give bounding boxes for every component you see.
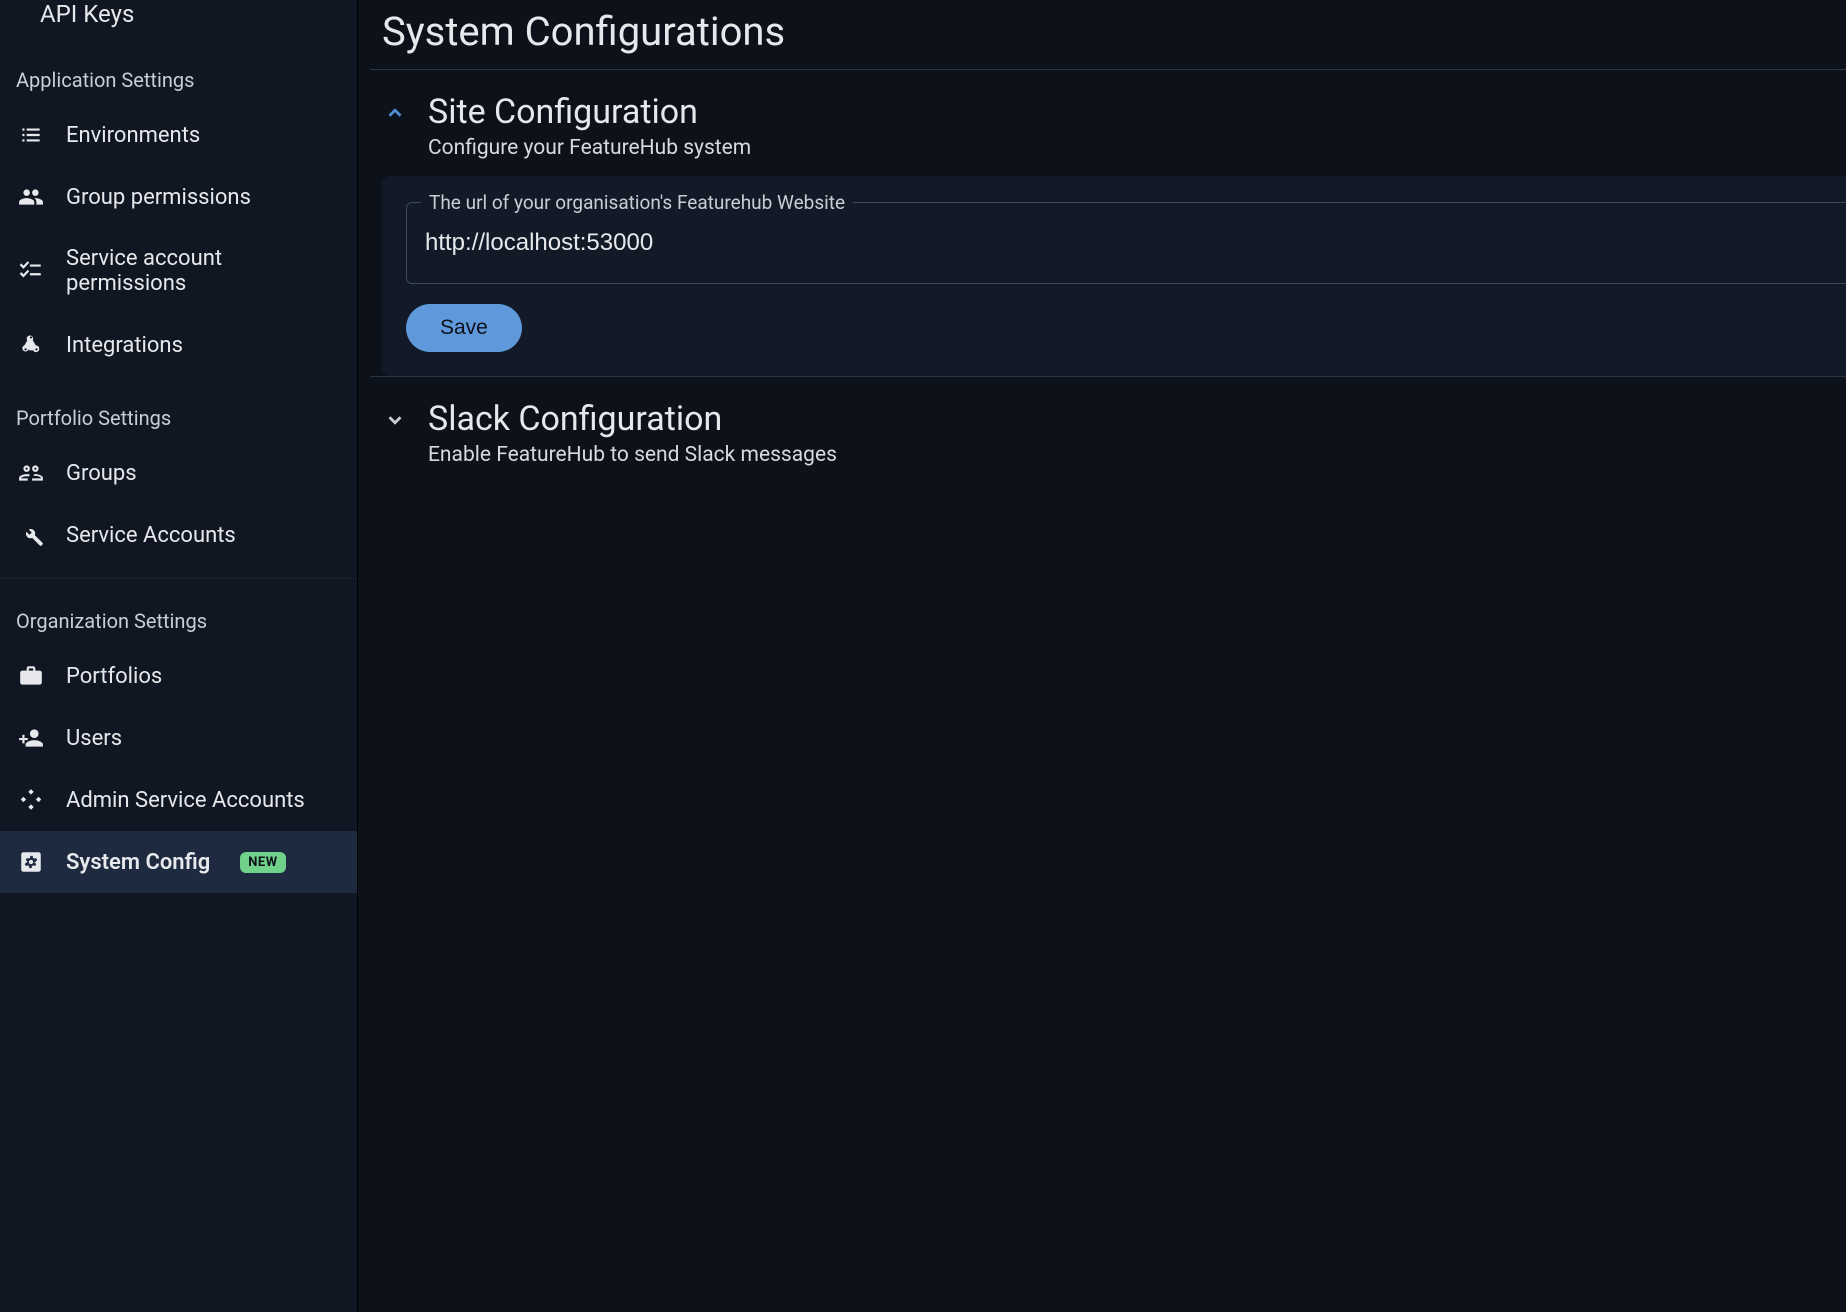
sidebar-item-label: Environments <box>66 123 200 148</box>
slack-configuration-panel: Slack Configuration Enable FeatureHub to… <box>358 377 1846 477</box>
sidebar-item-system-config[interactable]: System Config NEW <box>0 831 357 893</box>
section-subtitle: Enable FeatureHub to send Slack messages <box>428 443 837 467</box>
main-content: System Configurations Site Configuration… <box>358 0 1846 1312</box>
site-url-input[interactable] <box>425 229 1828 257</box>
sidebar-item-integrations[interactable]: Integrations <box>0 314 357 376</box>
site-url-label: The url of your organisation's Featurehu… <box>421 191 853 214</box>
sidebar-item-label: Integrations <box>66 333 183 358</box>
sidebar-item-portfolios[interactable]: Portfolios <box>0 645 357 707</box>
sidebar-item-environments[interactable]: Environments <box>0 104 357 166</box>
sidebar-item-group-permissions[interactable]: Group permissions <box>0 166 357 228</box>
new-badge: NEW <box>240 852 285 873</box>
section-title-app-settings: Application Settings <box>0 38 357 104</box>
sidebar-item-label: Service Accounts <box>66 523 236 548</box>
person-add-icon <box>18 725 44 751</box>
sidebar-item-label: Portfolios <box>66 664 162 689</box>
page-title: System Configurations <box>358 4 1846 69</box>
section-title: Site Configuration <box>428 92 751 132</box>
sidebar-item-service-account-permissions[interactable]: Service account permissions <box>0 228 357 314</box>
groups-icon <box>18 184 44 210</box>
sidebar-item-users[interactable]: Users <box>0 707 357 769</box>
people-outline-icon <box>18 460 44 486</box>
chevron-down-icon <box>380 405 410 435</box>
checklist-icon <box>18 258 44 284</box>
sidebar-item-label: Groups <box>66 461 137 486</box>
slack-configuration-header[interactable]: Slack Configuration Enable FeatureHub to… <box>370 389 1846 477</box>
section-title-org-settings: Organization Settings <box>0 579 357 645</box>
sidebar-item-label: Service account permissions <box>66 246 339 296</box>
section-title-portfolio-settings: Portfolio Settings <box>0 376 357 442</box>
site-url-field-wrap: The url of your organisation's Featurehu… <box>406 202 1846 284</box>
sidebar-item-admin-service-accounts[interactable]: Admin Service Accounts <box>0 769 357 831</box>
webhook-icon <box>18 332 44 358</box>
sidebar-item-groups[interactable]: Groups <box>0 442 357 504</box>
site-configuration-body: The url of your organisation's Featurehu… <box>382 176 1846 376</box>
sidebar-item-label: Users <box>66 726 122 751</box>
section-subtitle: Configure your FeatureHub system <box>428 136 751 160</box>
sidebar-item-service-accounts[interactable]: Service Accounts <box>0 504 357 566</box>
list-icon <box>18 122 44 148</box>
settings-applications-icon <box>18 849 44 875</box>
wrench-icon <box>18 522 44 548</box>
sidebar-item-label: Admin Service Accounts <box>66 788 305 813</box>
briefcase-icon <box>18 663 44 689</box>
api-icon <box>18 787 44 813</box>
sidebar-item-api-keys[interactable]: API Keys <box>0 0 357 38</box>
save-button[interactable]: Save <box>406 304 522 352</box>
sidebar-item-label: System Config <box>66 850 210 875</box>
chevron-up-icon <box>380 98 410 128</box>
sidebar-item-label: API Keys <box>40 0 134 28</box>
site-configuration-panel: Site Configuration Configure your Featur… <box>358 70 1846 376</box>
site-configuration-header[interactable]: Site Configuration Configure your Featur… <box>370 82 1846 170</box>
section-title: Slack Configuration <box>428 399 837 439</box>
sidebar-item-label: Group permissions <box>66 185 251 210</box>
sidebar: API Keys Application Settings Environmen… <box>0 0 358 1312</box>
